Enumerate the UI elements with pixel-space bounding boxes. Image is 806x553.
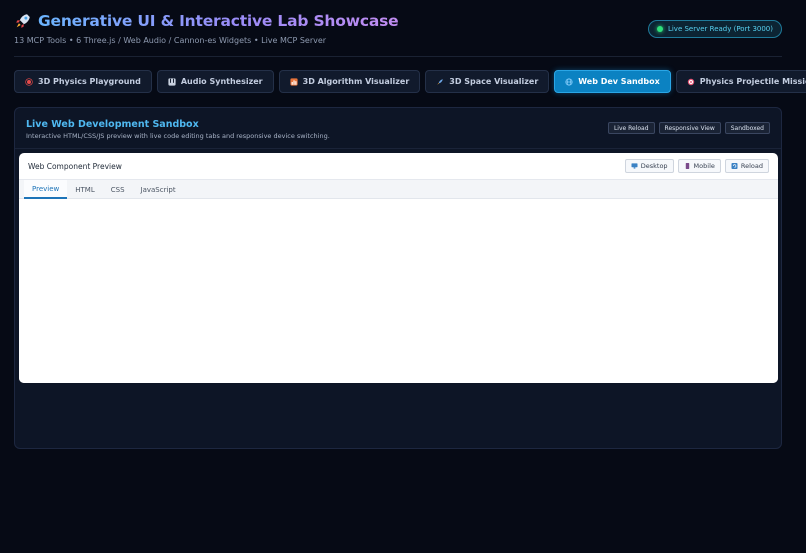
web-component-preview: Web Component Preview Desktop Mobile Rel… bbox=[19, 153, 778, 383]
target-icon bbox=[687, 78, 694, 85]
reload-label: Reload bbox=[740, 162, 763, 170]
badge-responsive-view: Responsive View bbox=[658, 122, 721, 134]
synth-icon bbox=[168, 77, 176, 86]
panel-title: Live Web Development Sandbox bbox=[26, 119, 199, 130]
feature-badges: Live Reload Responsive View Sandboxed bbox=[607, 122, 770, 134]
physics-icon bbox=[25, 77, 33, 86]
code-tabs: Preview HTML CSS JavaScript bbox=[19, 180, 778, 199]
preview-header: Web Component Preview Desktop Mobile Rel… bbox=[19, 153, 778, 180]
app-header: Generative UI & Interactive Lab Showcase… bbox=[14, 12, 782, 56]
server-status-badge: Live Server Ready (Port 3000) bbox=[647, 20, 782, 38]
tab-audio-synthesizer[interactable]: Audio Synthesizer bbox=[156, 70, 274, 93]
tab-label: Web Dev Sandbox bbox=[578, 77, 660, 86]
tab-label: Physics Projectile Mission bbox=[699, 77, 806, 86]
page-title: Generative UI & Interactive Lab Showcase bbox=[38, 12, 399, 30]
mobile-button[interactable]: Mobile bbox=[677, 159, 721, 173]
reload-icon bbox=[731, 163, 738, 169]
chart-icon bbox=[290, 77, 298, 86]
tab-html[interactable]: HTML bbox=[67, 180, 102, 199]
tab-css[interactable]: CSS bbox=[103, 180, 133, 199]
tab-projectile-mission[interactable]: Physics Projectile Mission bbox=[675, 70, 806, 93]
device-buttons: Desktop Mobile Reload bbox=[624, 159, 769, 173]
tab-physics-playground[interactable]: 3D Physics Playground bbox=[14, 70, 152, 93]
tab-label: 3D Algorithm Visualizer bbox=[302, 77, 410, 86]
preview-title: Web Component Preview bbox=[28, 162, 122, 171]
tab-label: Audio Synthesizer bbox=[180, 77, 263, 86]
tab-web-dev-sandbox[interactable]: Web Dev Sandbox bbox=[554, 70, 671, 93]
status-dot-icon bbox=[656, 26, 663, 32]
tab-space-visualizer[interactable]: 3D Space Visualizer bbox=[425, 70, 550, 93]
sandbox-panel: Live Web Development Sandbox Interactive… bbox=[14, 107, 782, 449]
tab-javascript[interactable]: JavaScript bbox=[133, 180, 184, 199]
header-divider bbox=[14, 56, 782, 57]
tab-label: 3D Physics Playground bbox=[38, 77, 141, 86]
mobile-icon bbox=[685, 163, 689, 169]
reload-button[interactable]: Reload bbox=[724, 159, 769, 173]
badge-sandboxed: Sandboxed bbox=[724, 122, 770, 134]
tab-algorithm-visualizer[interactable]: 3D Algorithm Visualizer bbox=[278, 70, 421, 93]
rocket-icon bbox=[16, 14, 30, 28]
tab-preview[interactable]: Preview bbox=[24, 180, 68, 199]
desktop-label: Desktop bbox=[640, 162, 668, 170]
panel-description: Interactive HTML/CSS/JS preview with liv… bbox=[26, 132, 330, 140]
badge-live-reload: Live Reload bbox=[607, 122, 655, 134]
desktop-button[interactable]: Desktop bbox=[624, 159, 674, 173]
rocket-icon bbox=[437, 78, 444, 85]
server-status-text: Live Server Ready (Port 3000) bbox=[667, 25, 773, 33]
desktop-icon bbox=[631, 163, 638, 169]
panel-divider bbox=[15, 148, 781, 149]
preview-frame[interactable] bbox=[19, 199, 778, 383]
mobile-label: Mobile bbox=[693, 162, 715, 170]
widget-tabs: 3D Physics Playground Audio Synthesizer … bbox=[14, 70, 806, 93]
globe-icon bbox=[565, 77, 573, 86]
tab-label: 3D Space Visualizer bbox=[449, 77, 539, 86]
